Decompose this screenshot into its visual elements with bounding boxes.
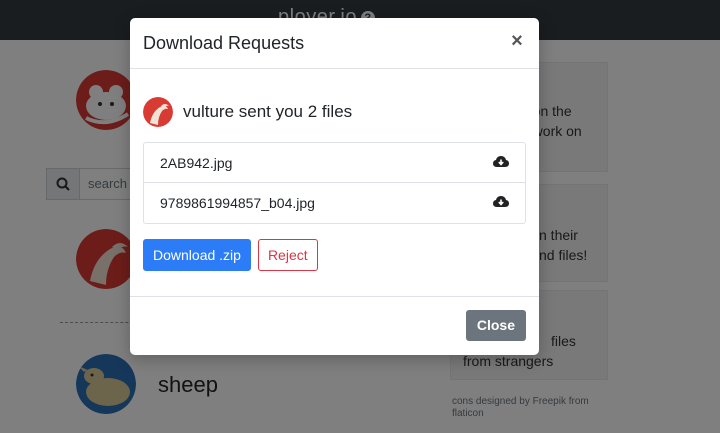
download-zip-button[interactable]: Download .zip (143, 239, 251, 271)
file-item: 2AB942.jpg (144, 143, 525, 183)
file-name: 9789861994857_b04.jpg (160, 195, 315, 211)
file-name: 2AB942.jpg (160, 155, 233, 171)
sender-row: vulture sent you 2 files (143, 97, 352, 127)
close-icon[interactable]: × (507, 30, 527, 52)
cloud-download-icon[interactable] (493, 195, 509, 209)
request-actions: Download .zip Reject (143, 239, 318, 271)
modal-footer: Close (130, 296, 539, 355)
cloud-download-icon[interactable] (493, 155, 509, 169)
close-button[interactable]: Close (465, 310, 526, 341)
reject-button[interactable]: Reject (257, 239, 318, 271)
file-list: 2AB942.jpg 9789861994857_b04.jpg (143, 142, 526, 224)
file-item: 9789861994857_b04.jpg (144, 183, 525, 223)
modal-title: Download Requests (143, 33, 305, 53)
sender-message: vulture sent you 2 files (183, 102, 353, 121)
modal-header: Download Requests × (130, 18, 539, 69)
download-requests-modal: Download Requests × vulture sent you 2 f… (130, 18, 539, 355)
sender-avatar (143, 97, 173, 127)
